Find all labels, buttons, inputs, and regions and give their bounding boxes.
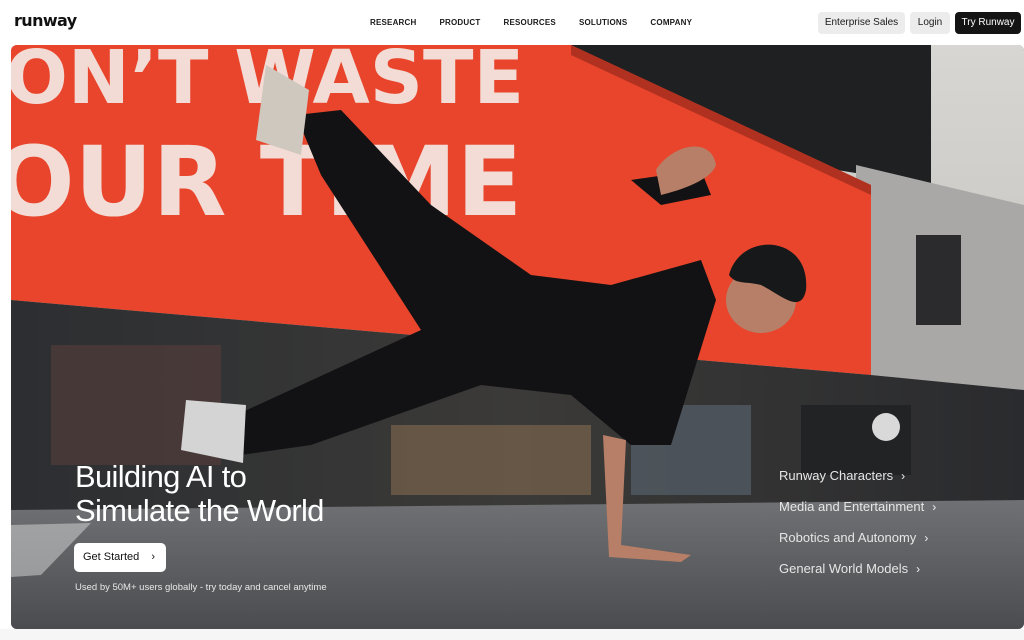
page-bottom-strip — [0, 629, 1024, 640]
use-case-links: Runway Characters › Media and Entertainme… — [779, 468, 936, 592]
link-general-world-models[interactable]: General World Models › — [779, 561, 936, 592]
runway-logo[interactable]: runway — [14, 11, 77, 30]
link-runway-characters[interactable]: Runway Characters › — [779, 468, 936, 499]
chevron-right-icon: › — [932, 500, 937, 514]
menu-item-solutions[interactable]: SOLUTIONS — [579, 18, 627, 27]
hero-heading-line-1: Building AI to — [75, 459, 247, 494]
hero-heading: Building AI to Simulate the World — [75, 460, 324, 528]
link-media-entertainment[interactable]: Media and Entertainment › — [779, 499, 936, 530]
link-label: Robotics and Autonomy — [779, 530, 917, 545]
get-started-button[interactable]: Get Started › — [74, 543, 166, 572]
hero-heading-line-2: Simulate the World — [75, 493, 324, 528]
chevron-right-icon: › — [901, 469, 906, 483]
hero-subtext: Used by 50M+ users globally - try today … — [75, 582, 327, 593]
chevron-right-icon: › — [924, 531, 929, 545]
chevron-right-icon: › — [916, 562, 921, 576]
try-runway-button[interactable]: Try Runway — [955, 12, 1021, 34]
link-label: General World Models — [779, 561, 909, 576]
link-robotics-autonomy[interactable]: Robotics and Autonomy › — [779, 530, 936, 561]
hero-section: ON’T WASTE OUR TIME Building AI to Simul… — [11, 45, 1024, 629]
menu-item-product[interactable]: PRODUCT — [440, 18, 481, 27]
top-navigation: runway RESEARCH PRODUCT RESOURCES SOLUTI… — [0, 0, 1024, 45]
enterprise-sales-button[interactable]: Enterprise Sales — [818, 12, 905, 34]
chevron-right-icon: › — [151, 551, 155, 563]
link-label: Runway Characters — [779, 468, 894, 483]
login-button[interactable]: Login — [910, 12, 950, 34]
menu-item-research[interactable]: RESEARCH — [370, 18, 417, 27]
get-started-label: Get Started — [83, 551, 140, 563]
link-label: Media and Entertainment — [779, 499, 925, 514]
menu-item-company[interactable]: COMPANY — [650, 18, 692, 27]
main-menu: RESEARCH PRODUCT RESOURCES SOLUTIONS COM… — [370, 18, 715, 27]
menu-item-resources[interactable]: RESOURCES — [503, 18, 555, 27]
